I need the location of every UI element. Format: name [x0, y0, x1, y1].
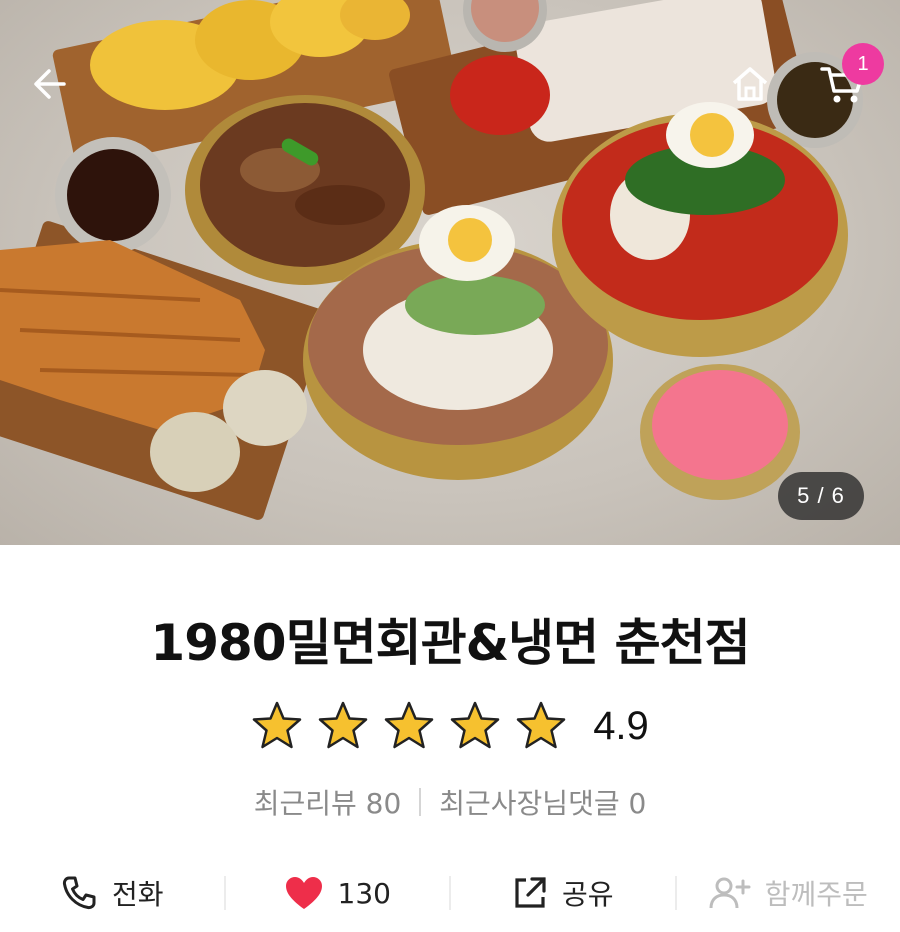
like-button[interactable]: 130: [226, 875, 450, 911]
hero-image-carousel[interactable]: 1 5 / 6: [0, 0, 900, 545]
image-counter: 5 / 6: [778, 472, 864, 520]
phone-icon: [62, 876, 96, 910]
home-icon: [732, 67, 768, 101]
call-label: 전화: [111, 878, 164, 911]
action-bar: 전화 130 공유 함께주문: [0, 862, 900, 924]
star-icon: [318, 701, 368, 749]
group-order-button[interactable]: 함께주문: [677, 873, 900, 913]
store-name: 1980밀면회관&냉면 춘천점: [150, 614, 750, 672]
review-summary: 최근리뷰 80 최근사장님댓글 0: [0, 782, 900, 822]
rating-row[interactable]: 4.9: [0, 700, 900, 752]
recent-reviews-link[interactable]: 최근리뷰 80: [254, 782, 402, 822]
star-icon: [252, 701, 302, 749]
call-button[interactable]: 전화: [0, 873, 224, 913]
heart-icon: [285, 877, 322, 909]
owner-replies-link[interactable]: 최근사장님댓글 0: [439, 782, 646, 822]
share-button[interactable]: 공유: [451, 873, 675, 913]
add-user-icon: [709, 877, 751, 909]
star-icon: [384, 701, 434, 749]
like-count: 130: [337, 876, 391, 910]
cart-count-badge: 1: [842, 43, 884, 85]
home-button[interactable]: [722, 56, 778, 112]
rating-value: 4.9: [593, 703, 649, 748]
back-button[interactable]: [20, 56, 80, 112]
share-label: 공유: [561, 878, 614, 911]
group-order-label: 함께주문: [764, 878, 868, 911]
share-icon: [515, 877, 546, 908]
back-arrow-icon: [34, 69, 66, 99]
star-icon: [516, 701, 566, 749]
divider: [419, 788, 422, 816]
star-icon: [450, 701, 500, 749]
